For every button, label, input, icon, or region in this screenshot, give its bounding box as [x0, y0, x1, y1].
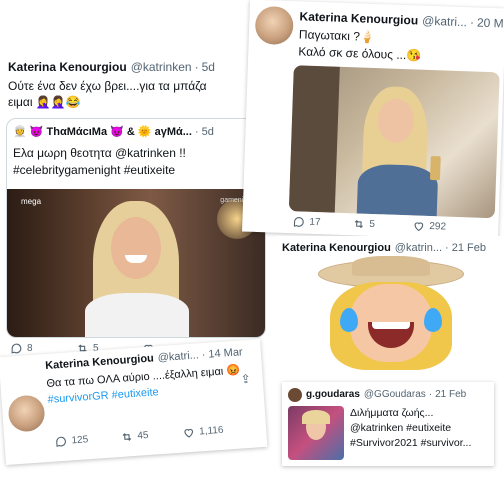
tweet-date[interactable]: 20 M [477, 16, 504, 31]
author-handle[interactable]: @katrinken [131, 60, 192, 74]
author-name[interactable]: Katerina Kenourgiou [299, 9, 418, 27]
tweet-date[interactable]: 14 Mar [208, 346, 243, 360]
reply-button[interactable]: 17 [292, 215, 321, 229]
thumb-hair [302, 410, 330, 424]
retweet-button[interactable]: 45 [120, 429, 149, 444]
reply-button[interactable]: 8 [10, 342, 33, 355]
quoted-text-1: Ελα μωρη θεοτητα @katrinken !! [13, 146, 186, 160]
quoted-age[interactable]: 5d [202, 126, 214, 138]
tweet-date[interactable]: 21 Feb [435, 389, 466, 400]
tweet-card-4[interactable]: Katerina Kenourgiou @katri... · 14 Mar Θ… [0, 338, 268, 466]
tear-left [340, 308, 358, 332]
reply-count: 17 [309, 216, 321, 229]
reply-icon [11, 343, 22, 354]
tweet-text-1: Διλήμματα ζωής... [350, 407, 434, 419]
tweet-age[interactable]: 5d [202, 60, 215, 74]
like-button[interactable]: 292 [412, 219, 446, 233]
quoted-text-2: #celebritygamenight #eutixeite [13, 163, 176, 177]
avatar[interactable] [288, 388, 302, 402]
like-button[interactable]: 1,116 [182, 424, 224, 440]
reply-count: 8 [27, 343, 33, 354]
tweet-text: Ούτε ένα δεν έχω βρει....για τα μπάζα [8, 79, 207, 93]
like-count: 292 [429, 220, 447, 233]
separator-dot: · [445, 242, 449, 254]
reply-button[interactable]: 125 [54, 433, 89, 448]
author-handle[interactable]: @katri... [157, 349, 199, 364]
tweet-card-1[interactable]: Katerina Kenourgiou @katrinken · 5d ⋮ Ού… [0, 52, 272, 362]
author-name[interactable]: Katerina Kenourgiou [8, 60, 127, 74]
retweet-count: 5 [369, 218, 376, 231]
author-handle[interactable]: @katri... [422, 14, 467, 30]
like-icon [184, 428, 194, 438]
like-icon [414, 222, 424, 232]
tweet-text-line-2: ειμαι [8, 95, 33, 109]
author-handle[interactable]: @katrin... [395, 242, 442, 254]
quoted-tweet[interactable]: 👳 😈 ΤhαΜάcιΜa 😈 & 🌞 aγMά... · 5d Ελα μωρ… [6, 118, 266, 338]
separator-dot: · [428, 389, 433, 400]
memoji-teeth [372, 322, 410, 329]
tweet-card-2[interactable]: Katerina Kenourgiou @katri... · 20 M Παγ… [242, 0, 504, 241]
woman-top [356, 163, 439, 217]
separator-dot: · [469, 15, 475, 30]
retweet-icon [122, 433, 132, 441]
woman-face [111, 217, 161, 279]
reply-icon [56, 436, 66, 447]
woman-dress [85, 293, 189, 337]
author-name[interactable]: Katerina Kenourgiou [282, 242, 391, 254]
tweet-text-3: #Survivor2021 #survivor... [350, 437, 472, 449]
tweet-photo[interactable] [288, 65, 500, 219]
storefront-shape [288, 65, 340, 213]
separator-dot: · [201, 348, 206, 362]
ice-cream-cone [429, 156, 441, 181]
retweet-count: 45 [137, 430, 149, 442]
retweet-icon [354, 219, 363, 229]
laughing-memoji-image[interactable] [316, 256, 466, 370]
share-icon[interactable]: ⇪ [240, 372, 251, 387]
tweet-card-5[interactable]: g.goudaras @GGoudaras · 21 Feb Διλήμματα… [282, 382, 494, 466]
quoted-author-prefix[interactable]: 👳 😈 ΤhαΜάcιΜa 😈 & 🌞 [13, 125, 152, 138]
tv-screenshot-image[interactable]: mega gamenight [7, 189, 265, 337]
tweet-card-3[interactable]: Katerina Kenourgiou @katrin... · 21 Feb [276, 236, 502, 370]
reply-count: 125 [71, 434, 89, 447]
like-count: 1,116 [198, 424, 224, 438]
quoted-author-name[interactable]: aγMά... [155, 126, 192, 138]
avatar[interactable] [7, 394, 46, 433]
tv-logo: mega [21, 197, 42, 206]
reply-icon [293, 217, 304, 227]
tear-right [424, 308, 442, 332]
emoji-text: 🤦‍♀️🤦‍♀️😂 [35, 95, 81, 109]
retweet-button[interactable]: 5 [352, 217, 375, 231]
author-name[interactable]: g.goudaras [306, 389, 360, 400]
tweet-text-2: Καλό σκ σε όλους ...😘 [298, 44, 422, 63]
separator-dot: · [194, 60, 199, 74]
author-handle[interactable]: @GGoudaras [364, 389, 426, 400]
separator-dot: · [194, 125, 199, 138]
tweet-thumbnail[interactable] [288, 406, 344, 460]
hat-crown [352, 256, 430, 276]
tweet-text-2: @katrinken #eutixeite [350, 422, 452, 434]
tweet-date[interactable]: 21 Feb [452, 242, 486, 254]
avatar[interactable] [254, 5, 294, 46]
